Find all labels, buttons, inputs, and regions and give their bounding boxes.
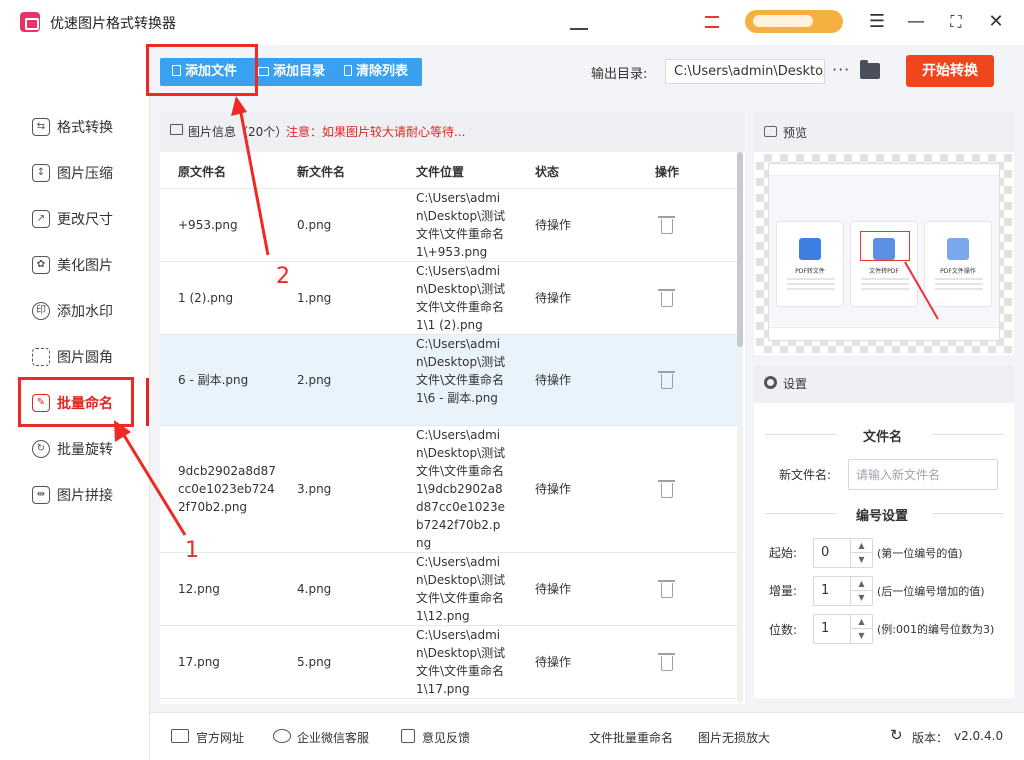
callout-number-2: 2 (276, 264, 290, 289)
callout-arrow-2 (238, 107, 270, 256)
callout-arrowhead-2 (231, 96, 247, 116)
callout-arrowhead-1 (114, 420, 131, 442)
callout-arrows (114, 96, 270, 536)
callout-arrow-1 (120, 431, 187, 536)
callout-number-1: 1 (185, 538, 199, 563)
